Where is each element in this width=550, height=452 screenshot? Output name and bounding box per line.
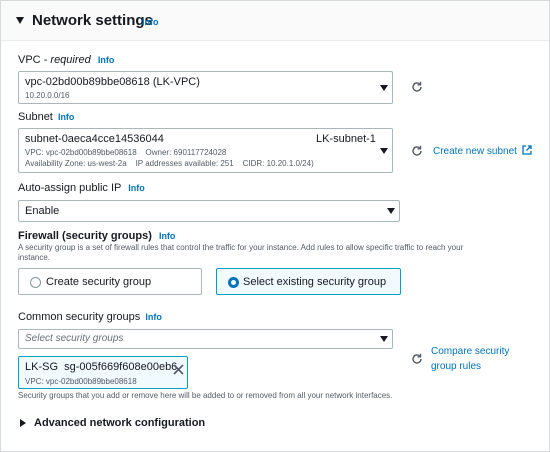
advanced-network-configuration-label: Advanced network configuration bbox=[34, 417, 206, 429]
section-header[interactable]: Network settings Info bbox=[1, 1, 549, 41]
firewall-info-link[interactable]: Info bbox=[159, 231, 176, 241]
subnet-select[interactable]: subnet-0aeca4cce14536044 LK-subnet-1 VPC… bbox=[18, 128, 393, 173]
section-info-link[interactable]: Info bbox=[142, 17, 159, 27]
security-group-token-name: LK-SG sg-005f669f608e00eb6 bbox=[25, 361, 178, 373]
security-group-token-vpc: VPC: vpc-02bd00b89bbe08618 bbox=[25, 377, 137, 386]
radio-selected-icon[interactable] bbox=[228, 277, 239, 288]
compare-security-group-rules-link[interactable]: Compare security group rules bbox=[431, 344, 509, 374]
security-groups-select[interactable]: Select security groups bbox=[18, 329, 393, 349]
subnet-label: Subnet Info bbox=[18, 111, 75, 123]
public-ip-select[interactable]: Enable bbox=[18, 200, 400, 222]
expand-caret-icon[interactable] bbox=[20, 419, 26, 427]
refresh-security-groups-icon[interactable] bbox=[411, 352, 423, 364]
vpc-value: vpc-02bd00b89bbe08618 (LK-VPC) bbox=[25, 76, 200, 88]
firewall-description: A security group is a set of firewall ru… bbox=[18, 243, 464, 262]
vpc-info-link[interactable]: Info bbox=[98, 55, 115, 65]
public-ip-value: Enable bbox=[25, 205, 60, 217]
security-groups-placeholder: Select security groups bbox=[25, 333, 124, 344]
chevron-down-icon bbox=[380, 336, 388, 342]
create-subnet-link[interactable]: Create new subnet bbox=[433, 145, 532, 157]
public-ip-label: Auto-assign public IP Info bbox=[18, 182, 145, 194]
section-title: Network settings bbox=[32, 12, 153, 29]
chevron-down-icon bbox=[380, 148, 388, 154]
create-security-group-label: Create security group bbox=[46, 276, 152, 288]
firewall-label: Firewall (security groups) Info bbox=[18, 230, 176, 242]
common-security-groups-info-link[interactable]: Info bbox=[145, 312, 162, 322]
chevron-down-icon bbox=[387, 208, 395, 214]
radio-unselected-icon[interactable] bbox=[30, 277, 41, 288]
external-link-icon bbox=[522, 145, 532, 155]
chevron-down-icon bbox=[380, 85, 388, 91]
subnet-info-link[interactable]: Info bbox=[58, 112, 75, 122]
subnet-vpc-line: VPC: vpc-02bd00b89bbe08618 Owner: 690117… bbox=[25, 148, 227, 157]
close-icon[interactable] bbox=[173, 362, 184, 375]
vpc-label: VPC - required Info bbox=[18, 54, 115, 66]
collapse-caret-icon[interactable] bbox=[16, 17, 24, 24]
subnet-name: LK-subnet-1 bbox=[316, 133, 376, 145]
subnet-az-line: Availability Zone: us-west-2a IP address… bbox=[25, 159, 314, 168]
security-group-token: LK-SG sg-005f669f608e00eb6 VPC: vpc-02bd… bbox=[18, 356, 188, 389]
vpc-select[interactable]: vpc-02bd00b89bbe08618 (LK-VPC) 10.20.0.0… bbox=[18, 71, 393, 104]
security-groups-note: Security groups that you add or remove h… bbox=[18, 391, 393, 400]
common-security-groups-label: Common security groups Info bbox=[18, 311, 162, 323]
refresh-subnet-icon[interactable] bbox=[411, 144, 423, 156]
public-ip-info-link[interactable]: Info bbox=[128, 183, 145, 193]
create-security-group-option[interactable]: Create security group bbox=[18, 268, 202, 295]
select-existing-security-group-option[interactable]: Select existing security group bbox=[216, 268, 401, 295]
vpc-cidr: 10.20.0.0/16 bbox=[25, 91, 70, 100]
select-existing-security-group-label: Select existing security group bbox=[243, 276, 387, 288]
subnet-id: subnet-0aeca4cce14536044 bbox=[25, 133, 164, 145]
refresh-vpc-icon[interactable] bbox=[411, 80, 423, 92]
network-settings-panel: Network settings Info VPC - required Inf… bbox=[0, 0, 550, 452]
